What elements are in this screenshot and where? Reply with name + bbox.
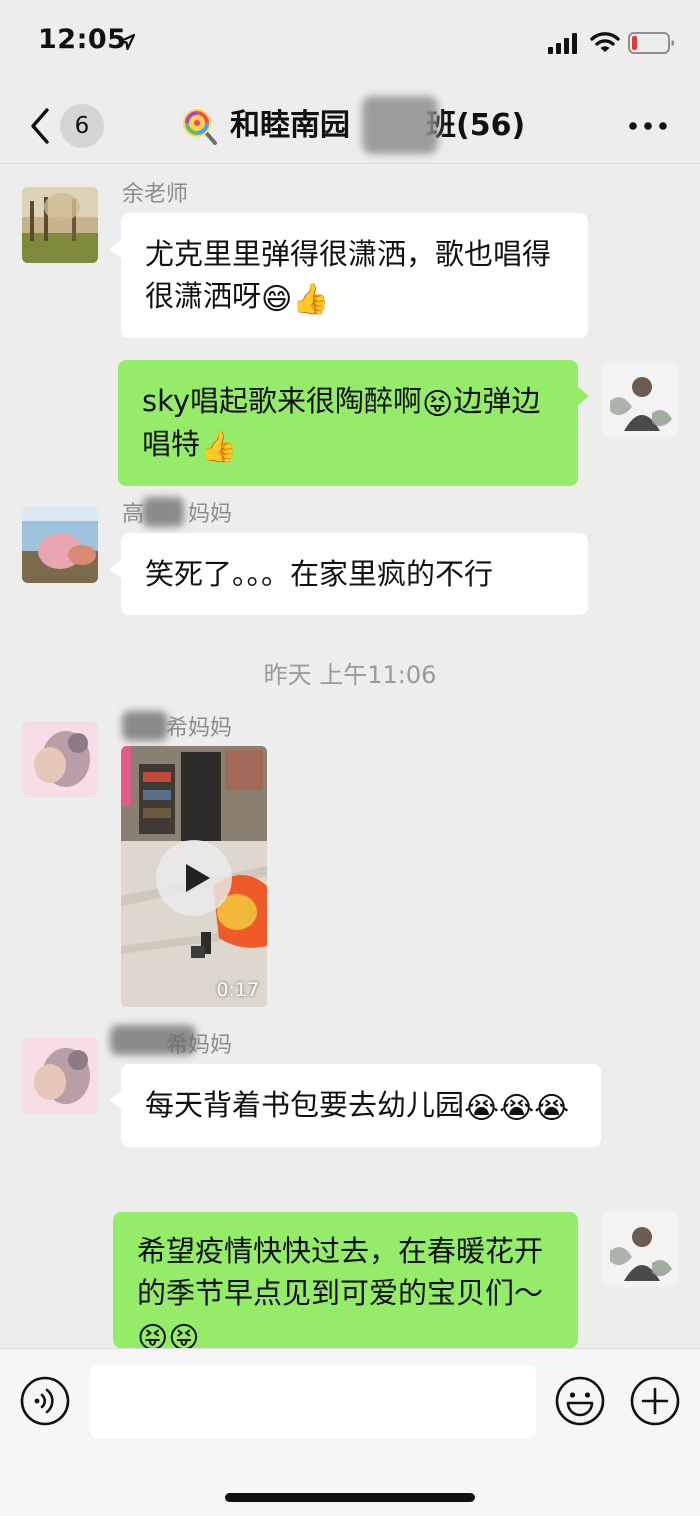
message-input[interactable] bbox=[90, 1365, 536, 1439]
play-icon bbox=[186, 864, 210, 892]
battery-icon bbox=[628, 32, 674, 54]
message-bubble[interactable]: 希望疫情快快过去，在春暖花开的季节早点见到可爱的宝贝们～ 😝😝 bbox=[113, 1212, 578, 1348]
location-arrow-icon bbox=[118, 33, 136, 51]
avatar-self[interactable] bbox=[602, 1211, 678, 1287]
crying-emoji: 😭 bbox=[464, 1091, 500, 1126]
message-text: 尤克里里弹得很潇洒，歌也唱得很潇洒呀 bbox=[145, 237, 552, 313]
status-time: 12:05 bbox=[38, 24, 127, 55]
status-bar: 12:05 bbox=[0, 0, 700, 88]
back-chevron-icon[interactable] bbox=[28, 106, 52, 146]
wifi-icon bbox=[590, 32, 620, 52]
unread-count-badge[interactable]: 6 bbox=[60, 104, 104, 148]
avatar-yu-teacher[interactable] bbox=[22, 187, 98, 263]
video-message[interactable]: 0:17 bbox=[121, 746, 267, 1007]
message-bubble[interactable]: 每天背着书包要去幼儿园😭😭😭 bbox=[110, 1064, 601, 1147]
avatar-gao-mom[interactable] bbox=[22, 507, 98, 583]
timestamp-separator: 昨天 上午11:06 bbox=[263, 661, 437, 689]
redacted-name-mask bbox=[110, 1025, 196, 1055]
more-dots-icon[interactable] bbox=[628, 120, 668, 132]
voice-icon[interactable] bbox=[20, 1376, 70, 1426]
redacted-name-mask bbox=[362, 96, 438, 154]
message-text: 笑死了。。。在家里疯的不行 bbox=[145, 557, 494, 591]
message-text: 每天背着书包要去幼儿园 bbox=[145, 1088, 465, 1122]
input-bar bbox=[0, 1348, 700, 1516]
avatar-xi-mom[interactable] bbox=[22, 1038, 98, 1114]
home-indicator[interactable] bbox=[225, 1493, 475, 1502]
video-duration: 0:17 bbox=[216, 979, 259, 1001]
sender-name-suffix: 妈妈 bbox=[188, 502, 233, 527]
tongue-wink-emoji: 😝 bbox=[168, 1321, 200, 1348]
group-title-prefix: 和睦南园 bbox=[230, 108, 350, 143]
redacted-name-mask bbox=[122, 711, 168, 741]
message-text: sky唱起歌来很陶醉啊 bbox=[142, 384, 423, 418]
signal-icon bbox=[548, 33, 577, 54]
message-bubble[interactable]: 笑死了。。。在家里疯的不行 bbox=[110, 533, 588, 615]
message-text: 希望疫情快快过去，在春暖花开的季节早点见到可爱的宝贝们～ bbox=[137, 1234, 544, 1310]
chat-header: 6 和睦南园 班(56) bbox=[0, 88, 700, 164]
crying-emoji: 😭 bbox=[499, 1091, 535, 1126]
plus-icon[interactable] bbox=[630, 1376, 680, 1426]
lollipop-icon bbox=[183, 109, 217, 145]
message-bubble[interactable]: sky唱起歌来很陶醉啊😝边弹边唱特👍 bbox=[118, 360, 589, 486]
message-bubble[interactable]: 尤克里里弹得很潇洒，歌也唱得很潇洒呀😄👍 bbox=[110, 213, 588, 338]
tongue-wink-emoji: 😝 bbox=[422, 387, 454, 422]
tongue-wink-emoji: 😝 bbox=[137, 1321, 169, 1348]
play-button[interactable] bbox=[156, 840, 232, 916]
grinning-emoji: 😄 bbox=[261, 282, 293, 317]
group-title-suffix: 班(56) bbox=[426, 108, 526, 143]
chat-messages[interactable]: 余老师 尤克里里弹得很潇洒，歌也唱得很潇洒呀😄👍 sky唱起歌来很陶醉啊😝边弹边… bbox=[0, 165, 700, 1348]
thumbs-up-emoji: 👍 bbox=[200, 430, 238, 465]
thumbs-up-emoji: 👍 bbox=[292, 282, 330, 317]
sender-name-prefix: 高 bbox=[122, 502, 145, 527]
sender-name: 余老师 bbox=[122, 182, 189, 207]
avatar-self[interactable] bbox=[602, 361, 678, 437]
redacted-name-mask bbox=[142, 497, 184, 527]
emoji-face-icon[interactable] bbox=[555, 1376, 605, 1426]
sender-name-suffix: 希妈妈 bbox=[166, 716, 233, 741]
crying-emoji: 😭 bbox=[534, 1091, 570, 1126]
avatar-xi-mom[interactable] bbox=[22, 721, 98, 797]
